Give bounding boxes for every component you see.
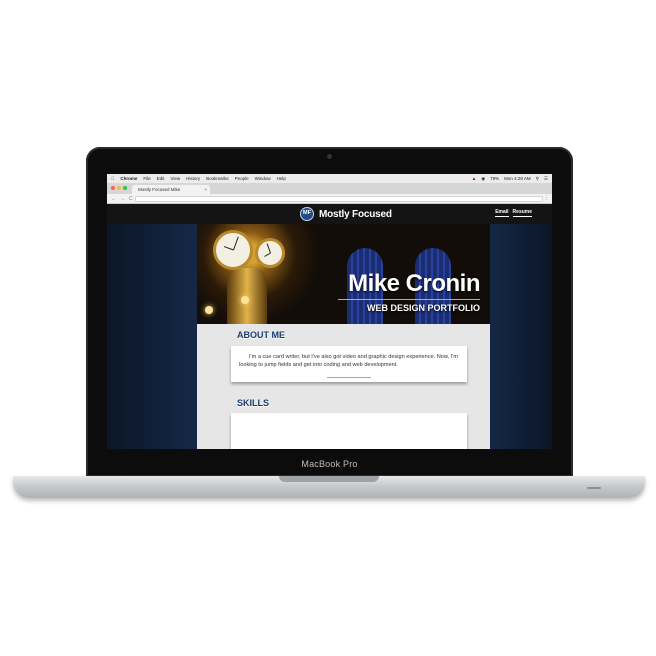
browser-menu-icon[interactable]: ⋮: [544, 195, 549, 201]
site-header: MF Mostly Focused Email Resume: [107, 204, 552, 224]
search-icon[interactable]: ⚲: [536, 176, 539, 182]
close-tab-icon[interactable]: ×: [204, 187, 207, 192]
skills-heading: SKILLS: [237, 398, 270, 408]
laptop-base: [13, 476, 645, 498]
address-bar[interactable]: [135, 196, 543, 202]
list-icon[interactable]: ☰: [544, 176, 548, 182]
macos-menubar:  Chrome File Edit View History Bookmark…: [107, 174, 552, 183]
hero-divider: [338, 299, 480, 300]
site-title[interactable]: Mostly Focused: [319, 209, 392, 220]
nav-resume-link[interactable]: Resume: [512, 209, 532, 217]
window-controls: [111, 186, 127, 190]
camera-icon: [327, 154, 332, 159]
hero-name: Mike Cronin: [348, 270, 480, 297]
menu-people[interactable]: People: [235, 176, 249, 181]
menu-edit[interactable]: Edit: [157, 176, 165, 181]
menubar-clock[interactable]: Mon 4:28 AM: [504, 176, 531, 182]
page-gutter-left: [107, 224, 197, 449]
tab-title: Mostly Focused Mike: [138, 187, 181, 192]
menu-app-name[interactable]: Chrome: [120, 176, 137, 181]
laptop-mockup:  Chrome File Edit View History Bookmark…: [0, 0, 656, 656]
web-page: MF Mostly Focused Email Resume Mike Cron…: [107, 204, 552, 449]
clock-face: [255, 238, 285, 268]
browser-toolbar: ← → C ⋮: [107, 194, 552, 204]
content-area: ABOUT ME I'm a cue card writer, but I've…: [197, 324, 490, 449]
nav-email-link[interactable]: Email: [495, 209, 509, 217]
menu-help[interactable]: Help: [277, 176, 286, 181]
hero-banner: Mike Cronin WEB DESIGN PORTFOLIO: [197, 224, 490, 324]
site-nav: Email Resume: [495, 209, 532, 217]
reload-icon[interactable]: C: [129, 196, 133, 202]
menu-bookmarks[interactable]: Bookmarks: [206, 176, 229, 181]
about-text: I'm a cue card writer, but I've also got…: [239, 354, 459, 368]
menu-view[interactable]: View: [170, 176, 180, 181]
nav-buttons: ← → C: [111, 196, 133, 202]
shield-icon[interactable]: ▲: [472, 176, 476, 182]
device-label: MacBook Pro: [301, 459, 358, 469]
browser-screen:  Chrome File Edit View History Bookmark…: [107, 174, 552, 449]
accent-divider: [327, 377, 371, 378]
close-window-icon[interactable]: [111, 186, 115, 190]
minimize-window-icon[interactable]: [117, 186, 121, 190]
lamp-light: [241, 296, 249, 304]
about-heading: ABOUT ME: [237, 330, 285, 340]
browser-tab[interactable]: Mostly Focused Mike ×: [132, 185, 210, 194]
hero-subtitle: WEB DESIGN PORTFOLIO: [366, 303, 480, 313]
laptop-lid:  Chrome File Edit View History Bookmark…: [86, 147, 573, 477]
apple-icon[interactable]: : [111, 176, 114, 181]
page-gutter-right: [490, 224, 552, 449]
wifi-icon[interactable]: ◉: [481, 176, 485, 182]
back-icon[interactable]: ←: [111, 196, 116, 202]
tab-strip: Mostly Focused Mike ×: [107, 183, 552, 194]
zoom-window-icon[interactable]: [123, 186, 127, 190]
sleep-led: [587, 487, 601, 489]
menu-history[interactable]: History: [186, 176, 200, 181]
forward-icon[interactable]: →: [120, 196, 125, 202]
battery-percent[interactable]: 79%: [490, 176, 499, 182]
about-card: I'm a cue card writer, but I've also got…: [231, 346, 467, 382]
menu-window[interactable]: Window: [255, 176, 271, 181]
menubar-status: ▲ ◉ 79% Mon 4:28 AM ⚲ ☰: [472, 176, 548, 182]
menu-file[interactable]: File: [143, 176, 150, 181]
lamp-light: [205, 306, 213, 314]
clock-face: [213, 230, 253, 270]
site-logo[interactable]: MF: [300, 207, 314, 221]
lid-notch: [279, 476, 379, 482]
skills-card: [231, 413, 467, 449]
